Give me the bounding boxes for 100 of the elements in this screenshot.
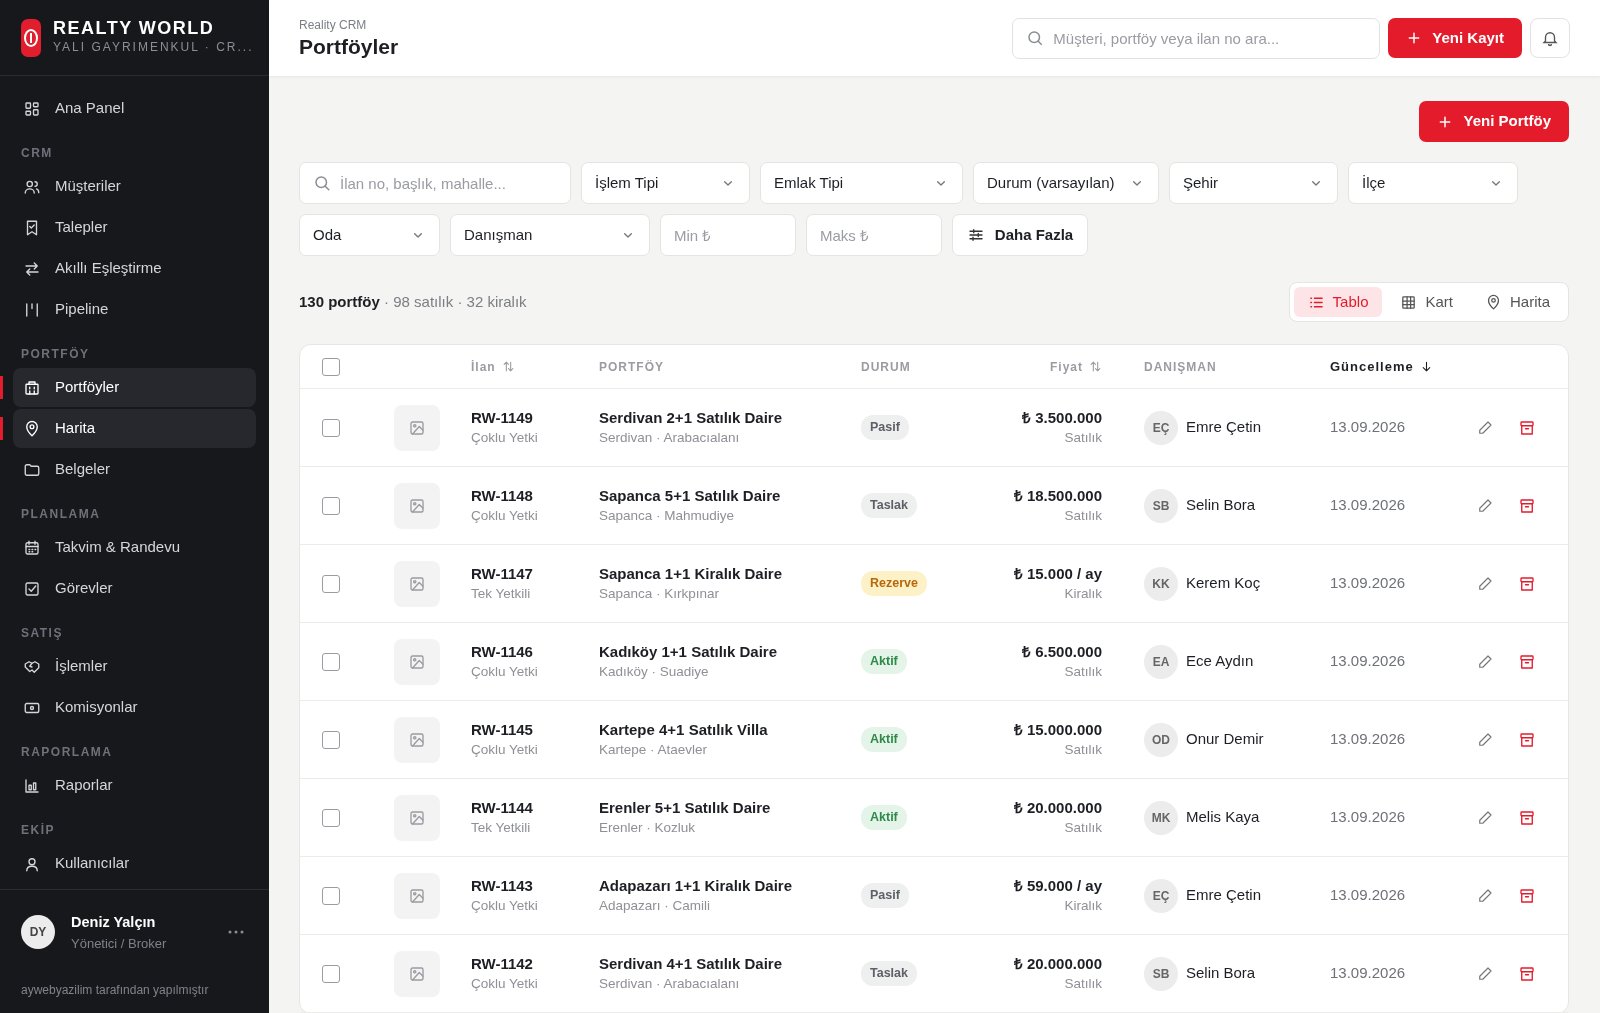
column-header: DANIŞMAN [1143, 358, 1218, 376]
nav-item[interactable]: Akıllı Eşleştirme [13, 249, 256, 288]
agent-avatar: EA [1144, 644, 1178, 679]
row-checkbox[interactable] [322, 574, 340, 593]
portfolio-location: Erenler · Kozluk [599, 818, 697, 837]
section-label: PLANLAMA [20, 506, 102, 523]
agent-avatar: SB [1144, 488, 1178, 523]
image-icon [407, 964, 426, 983]
portfolio-location: Kadıköy · Suadiye [599, 662, 710, 681]
portfolio-title: Kadıköy 1+1 Satılık Daire [599, 642, 778, 663]
nav-item[interactable]: Takvim & Randevu [13, 528, 256, 567]
nav-item[interactable]: Kullanıcılar [13, 844, 256, 883]
price: ₺ 20.000.000 [1012, 798, 1102, 819]
active-indicator [0, 376, 3, 399]
nav-item[interactable]: Komisyonlar [13, 688, 256, 727]
filter-dropdown[interactable]: Danışman [450, 214, 650, 256]
row-checkbox[interactable] [322, 964, 340, 983]
row-checkbox[interactable] [322, 496, 340, 515]
agent-name: Selin Bora [1186, 963, 1256, 984]
nav-item[interactable]: Talepler [13, 208, 256, 247]
image-icon [407, 730, 426, 749]
row-checkbox[interactable] [322, 418, 340, 437]
filter-dropdown[interactable]: İlçe [1348, 162, 1518, 204]
authorization-type: Çoklu Yetki [471, 506, 539, 525]
column-header[interactable]: Güncelleme [1330, 356, 1450, 377]
agent-avatar: EÇ [1144, 410, 1178, 445]
filter-dropdown[interactable]: Şehir [1169, 162, 1338, 204]
updated-date: 13.09.2026 [1330, 885, 1407, 906]
status-badge: Pasif [861, 415, 909, 440]
nav-item[interactable]: Ana Panel [13, 89, 256, 128]
listing-id: RW-1145 [471, 720, 534, 741]
swap-icon [23, 259, 41, 278]
row-checkbox[interactable] [322, 808, 340, 827]
authorization-type: Çoklu Yetki [471, 428, 539, 447]
status-badge: Taslak [861, 961, 917, 986]
more-filters-button[interactable]: Daha Fazla [952, 214, 1088, 256]
new-portfolio-button[interactable]: Yeni Portföy [1419, 101, 1569, 142]
portfolio-location: Serdivan · Arabacıalanı [599, 428, 741, 447]
select-all-checkbox[interactable] [322, 357, 340, 376]
listing-id: RW-1142 [471, 954, 534, 975]
agent-name: Onur Demir [1186, 729, 1264, 750]
page-title: Portföyler [299, 34, 400, 60]
nav-item[interactable]: Müşteriler [13, 167, 256, 206]
status-badge: Rezerve [861, 571, 927, 596]
price-input[interactable]: Maks ₺ [806, 214, 942, 256]
image-icon [407, 418, 426, 437]
sliders-icon [966, 226, 985, 244]
price-input[interactable]: Min ₺ [660, 214, 796, 256]
filter-dropdown[interactable]: Durum (varsayılan) [973, 162, 1159, 204]
agent-avatar: MK [1144, 800, 1178, 835]
portfolio-title: Sapanca 1+1 Kiralık Daire [599, 564, 784, 585]
portfolio-summary: 130 portföy · 98 satılık · 32 kiralık [299, 291, 527, 312]
nav-item[interactable]: Pipeline [13, 290, 256, 329]
price: ₺ 59.000 / ay [1012, 876, 1102, 897]
column-header: PORTFÖY [599, 358, 665, 376]
search-field[interactable]: İlan no, başlık, mahalle... [299, 162, 571, 204]
updated-date: 13.09.2026 [1330, 651, 1407, 672]
listing-type: Satılık [1063, 974, 1102, 993]
sort-icon [1089, 360, 1102, 373]
nav-item[interactable]: Raporlar [13, 766, 256, 805]
search-field[interactable]: Müşteri, portföy veya ilan no ara... [1012, 17, 1381, 59]
listing-type: Satılık [1063, 428, 1102, 447]
portfolio-location: Sapanca · Kırkpınar [599, 584, 721, 603]
new-record-button[interactable]: Yeni Kayıt [1388, 18, 1522, 58]
brand-subtitle: YALI GAYRIMENKUL · CR... [53, 39, 254, 57]
updated-date: 13.09.2026 [1330, 729, 1407, 750]
row-checkbox[interactable] [322, 886, 340, 905]
row-checkbox[interactable] [322, 730, 340, 749]
nav-item[interactable]: İşlemler [13, 647, 256, 686]
chart-icon [23, 776, 41, 795]
authorization-type: Çoklu Yetki [471, 974, 539, 993]
filter-dropdown[interactable]: İşlem Tipi [581, 162, 750, 204]
row-checkbox[interactable] [322, 652, 340, 671]
listing-id: RW-1144 [471, 798, 534, 819]
price: ₺ 20.000.000 [1012, 954, 1102, 975]
authorization-type: Tek Yetkili [471, 818, 532, 837]
view-tab[interactable]: Tablo [1293, 287, 1383, 317]
listing-id: RW-1148 [471, 486, 534, 507]
view-tab[interactable]: Harita [1471, 287, 1564, 317]
task-icon [23, 579, 41, 598]
nav-item[interactable]: Belgeler [13, 450, 256, 489]
portfolio-title: Kartepe 4+1 Satılık Villa [599, 720, 769, 741]
price: ₺ 18.500.000 [1012, 486, 1102, 507]
section-label: CRM [20, 145, 54, 162]
listing-type: Satılık [1063, 818, 1102, 837]
portfolio-title: Erenler 5+1 Satılık Daire [599, 798, 772, 819]
view-tab[interactable]: Kart [1386, 287, 1467, 317]
listing-id: RW-1146 [471, 642, 534, 663]
sort-icon [501, 360, 515, 373]
authorization-type: Çoklu Yetki [471, 896, 539, 915]
agent-name: Ece Aydın [1186, 651, 1254, 672]
listing-type: Kiralık [1063, 584, 1102, 603]
filter-dropdown[interactable]: Oda [299, 214, 440, 256]
dashboard-icon [23, 99, 41, 118]
nav-item[interactable]: Görevler [13, 569, 256, 608]
authorization-type: Çoklu Yetki [471, 740, 539, 759]
filter-dropdown[interactable]: Emlak Tipi [760, 162, 963, 204]
price: ₺ 15.000.000 [1012, 720, 1102, 741]
agent-avatar: EÇ [1144, 878, 1178, 913]
notification-icon[interactable] [1530, 18, 1570, 58]
